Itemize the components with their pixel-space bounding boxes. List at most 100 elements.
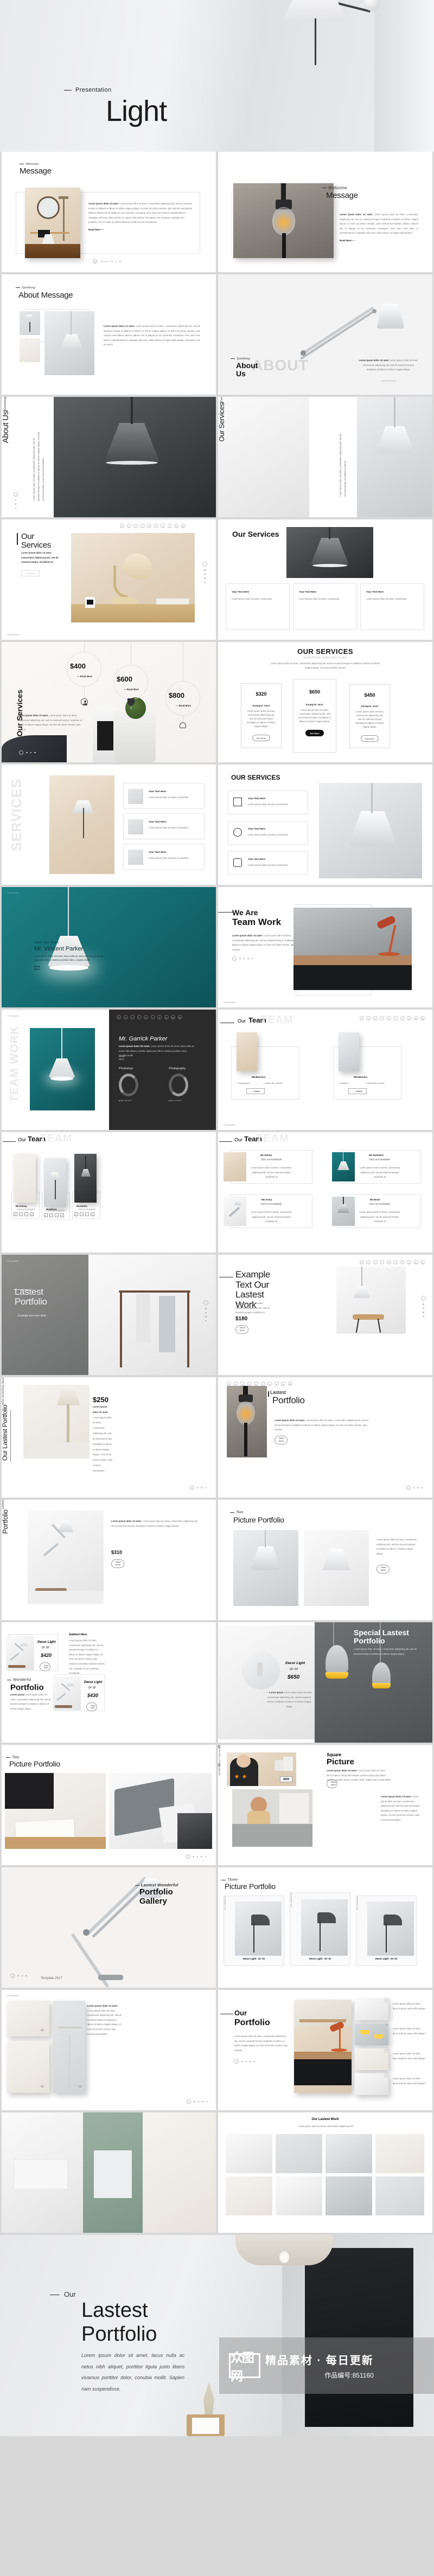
social-icon-row[interactable]: in p v f in t y g ig @ [117, 1015, 182, 1019]
social-icon-row[interactable]: in p v f in t y g ig @ [359, 1260, 425, 1264]
pagination-dots[interactable]: ↓ [202, 562, 207, 583]
service-card[interactable]: Your Text Here Lorem ipsum dolor sit ame… [226, 583, 290, 630]
slide-row: Presentation Lastest Portfolio Example t… [0, 1255, 434, 1375]
pricing-card[interactable]: $450 Sample text Lorem ipsum dolor sit a… [349, 684, 390, 748]
slide-about-message[interactable]: Somthing About Message Lorem ipsum dolor… [2, 274, 216, 395]
slide-our-portfolio-list[interactable]: Our Portfolio Lorem ipsum dolor sit amet… [218, 1990, 432, 2110]
social-icon-row[interactable]: b f t p [44, 1213, 64, 1217]
slide-lastest-portfolio-310[interactable]: Lastest Portfolio Lorem ipsum dolor sit … [2, 1500, 216, 1620]
read-more-link[interactable]: Read More [34, 965, 44, 971]
slide-our-lastest-work-grid[interactable]: Our Lastest Work Lorem ipsum dolor sit a… [218, 2112, 432, 2233]
slide-our-lastest-portfolio-250[interactable]: Write Something About Our Lastest Portfo… [2, 1377, 216, 1498]
service-card[interactable]: Your Text Here Lorem ipsum dolor sit ame… [228, 851, 308, 875]
pagination-dots[interactable]: → [14, 492, 18, 509]
slide-wonderful-portfolio[interactable]: Decor Light DI: 02 $420 Read More Subtex… [2, 1622, 216, 1743]
slide-square-picture[interactable]: 01 $550 Square Picture Lorem ipsum dolor… [218, 1745, 432, 1865]
pricing-card[interactable]: $320 Sample text Lorem ipsum dolor sit a… [241, 683, 282, 748]
see-more-button[interactable]: See More [252, 735, 271, 742]
read-more-button[interactable]: Read More [40, 1662, 50, 1671]
slide-numbered-portfolio[interactable]: Presentation 02 03 01 Lorem ipsum dolor … [2, 1990, 216, 2110]
slide-about-us-lamp[interactable]: ABOUT Somthing About Us Lorem ipsum dolo… [218, 274, 432, 395]
slide-lastest-portfolio-bulb[interactable]: in p v f in t y g ig @ Lastest Portfolio Lorem ip… [218, 1377, 432, 1498]
photo-desk-orange-lamp [294, 2000, 352, 2093]
slide-pricing-table[interactable]: OUR SERVICES SOMETHING SERVICES SLIDE Lo… [218, 642, 432, 762]
title-rule [218, 912, 233, 913]
pagination-dots[interactable]: ↓ [203, 1300, 208, 1321]
read-more-link[interactable]: Read More [119, 1055, 125, 1061]
gallery-item[interactable]: Our Collection Decor Light - DI: 03 [356, 1896, 417, 1966]
member-photo [237, 1032, 257, 1071]
slide-title: Our Services [21, 532, 52, 550]
read-more-button[interactable]: Read More [235, 1325, 248, 1334]
slide-our-services-vertical[interactable]: Our Our Services Lorem ipsum dolor sit a… [218, 397, 432, 517]
price-bubble[interactable]: $800 — Read More [165, 681, 200, 716]
slide-portfolio-gallery[interactable]: Lastest Wonderful Portfolio Gallery → Te… [2, 1867, 216, 1988]
slide-final-lastest-portfolio[interactable]: Our Lastest Portfolio Lorem ipsum dolor … [0, 2235, 434, 2436]
pagination-dots[interactable]: → [406, 1486, 423, 1490]
social-icon-row[interactable]: b f t p [74, 1212, 94, 1216]
slide-two-picture-portfolio[interactable]: Two Picture Portfolio → [2, 1745, 216, 1865]
slide-our-lastest-work-green[interactable] [2, 2112, 216, 2233]
read-more-button[interactable]: Read More [86, 1703, 97, 1711]
read-more-button[interactable]: Read More [111, 1559, 124, 1569]
photo-desk-lamp [28, 1511, 104, 1604]
pricing-card-featured[interactable]: $650 Sample text Lorem ipsum dolor sit a… [293, 679, 336, 753]
circle-icon [233, 828, 242, 837]
slide-ceo-teal[interactable]: Meet Ceo Team Mr. Vincent Parker Lorem I… [2, 887, 216, 1007]
pagination-dots[interactable]: ◎ [93, 259, 121, 264]
social-icon-row[interactable]: in p v f in t y g ig @ [227, 1382, 292, 1386]
service-card[interactable]: Your Text Here Lorem ipsum dolor sit ame… [123, 844, 205, 870]
slide-services-ghost[interactable]: SERVICES Your Text Here Lorem ipsum dolo… [2, 765, 216, 885]
slide-about-us-vertical[interactable]: Somthing About Us Lorem ipsum dolor sit … [2, 397, 216, 517]
gallery-item[interactable]: Our Collection Decor Light - DI: 01 [224, 1896, 284, 1966]
social-icon-row[interactable]: in p v f in t y g ig @ [120, 524, 186, 528]
pagination-dots[interactable]: → [186, 1854, 206, 1859]
select-button[interactable]: — Select [348, 1088, 367, 1094]
pagination-dots[interactable]: → [187, 2099, 207, 2104]
service-card[interactable]: Your Text Here Lorem ipsum dolor sit ame… [123, 783, 205, 809]
service-card[interactable]: Your Text Here Lorem ipsum dolor sit ame… [228, 791, 308, 814]
slide-our-team-three[interactable]: Our Team TEAM Mr.Antony CEO & FOUNDER b … [2, 1132, 216, 1252]
select-button[interactable]: — Select [246, 1088, 265, 1094]
read-more-button[interactable]: Read More [327, 1779, 337, 1789]
service-card[interactable]: Your Text Here Lorem ipsum dolor sit ame… [123, 813, 205, 839]
slide-our-services-icons[interactable]: OUR SERVICES Your Text Here Lorem ipsum … [218, 765, 432, 885]
slide-welcome-message-1[interactable]: Welcome Message Lorem ipsum dolor sit am… [2, 152, 216, 272]
pagination-dots[interactable]: ↓ [421, 1296, 426, 1317]
slide-welcome-message-2[interactable]: Presentation Welcome Message Lorem ipsum… [218, 152, 432, 272]
price-bubble[interactable]: $600 — Read More [113, 665, 148, 699]
slide-example-lastest-work[interactable]: in p v f in t y g ig @ Example Text Our Lastest W… [218, 1255, 432, 1375]
slide-our-team-four[interactable]: Our Team TEAM Mr.Jimmy CEO & FOUNDER Lor… [218, 1132, 432, 1252]
pagination-dots[interactable]: → [234, 2059, 255, 2064]
read-more-link[interactable]: Read More — [88, 228, 193, 231]
slide-two-picture-portfolio-top[interactable]: Two Picture Portfolio Lorem ipsum dolor … [218, 1500, 432, 1620]
slide-our-services-grid[interactable]: Our Services Your Text Here Lorem ipsum … [218, 519, 432, 640]
date-field[interactable]: 12/3/2017 [21, 570, 40, 576]
slide-our-team-select[interactable]: Our Team TEAM in p v f in t y g ig @ MS.Bernice —… [218, 1010, 432, 1130]
read-more-button[interactable]: Read More [275, 1435, 288, 1445]
service-card[interactable]: Your Text Here Lorem ipsum dolor sit ame… [228, 821, 308, 845]
gallery-item[interactable]: Our Collection Decor Light - DI: 02 [290, 1892, 350, 1966]
read-more-link[interactable]: Read More — [340, 239, 418, 242]
slide-services-price-circles[interactable]: $400 — Read More $600 — Read More $800 —… [2, 642, 216, 762]
read-more-button[interactable]: Read More [376, 1564, 390, 1574]
slide-special-lastest-portfolio[interactable]: Decor Light DI: 03 $650 — Lorem ipsum Lo… [218, 1622, 432, 1743]
pagination-dots[interactable]: → [232, 956, 253, 961]
pagination-dots[interactable]: → [189, 1486, 206, 1490]
price-bubble[interactable]: $400 — Read More [67, 652, 101, 686]
see-more-button[interactable]: See More [305, 730, 324, 737]
slide-our-services-hero[interactable]: in p v f in t y g ig @ Our Services Lorem ipsum … [2, 519, 216, 640]
pagination-dots[interactable]: → [19, 750, 36, 755]
slide-team-work-dark[interactable]: TEAM WORK Presentation in p v f in t y g ig @ M… [2, 1010, 216, 1130]
see-more-button[interactable]: See More [360, 735, 379, 742]
service-card[interactable]: Your Text Here Lorem ipsum dolor sit ame… [293, 583, 357, 630]
box-icon [233, 798, 242, 806]
slide-three-picture-portfolio[interactable]: Three Picture Portfolio Our Collection D… [218, 1867, 432, 1988]
slide-lastest-portfolio-cover[interactable]: Presentation Lastest Portfolio Example t… [2, 1255, 216, 1375]
service-card[interactable]: Your Text Here Lorem ipsum dolor sit ame… [360, 583, 424, 630]
final-body: Lorem ipsum dolor sit amet, lacus nulla … [81, 2353, 184, 2392]
slide-we-are-team-work[interactable]: We Are Team Work Lorem ipsum dolor sit a… [218, 887, 432, 1007]
social-icon-row[interactable]: b f t p [14, 1212, 34, 1216]
social-icon-row[interactable]: in p v f in t y g ig @ [359, 1016, 425, 1020]
pagination-dots[interactable]: → [10, 1974, 27, 1978]
